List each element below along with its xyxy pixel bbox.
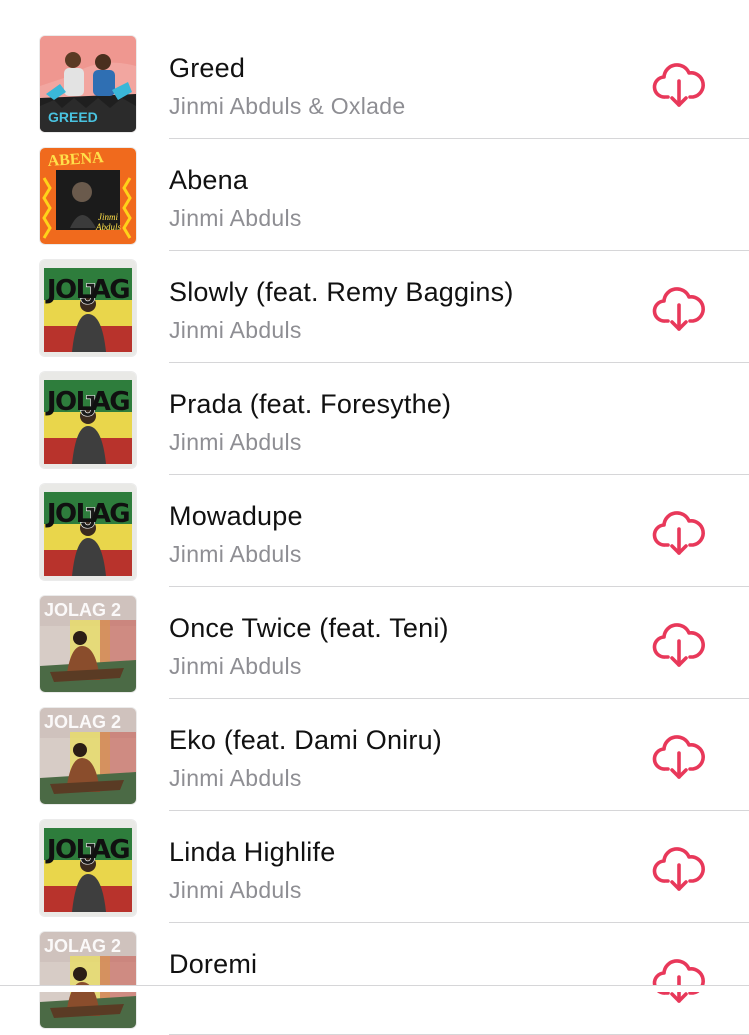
song-row[interactable]: JOLAG 2 Once Twice (feat. Teni) Jinmi Abd… — [0, 587, 749, 699]
song-title: Mowadupe — [169, 501, 303, 531]
song-row[interactable]: JOLAG 2 Doremi — [0, 923, 749, 1035]
song-artist: Jinmi Abduls — [169, 765, 302, 791]
song-row[interactable]: ABENA Jinmi Abduls Abena Jinmi Abduls — [0, 139, 749, 251]
album-artwork: ABENA Jinmi Abduls — [40, 148, 136, 244]
song-artist: Jinmi Abduls — [169, 205, 302, 231]
song-title: Eko (feat. Dami Oniru) — [169, 725, 442, 755]
song-title: Slowly (feat. Remy Baggins) — [169, 277, 514, 307]
download-cloud-icon — [652, 843, 706, 897]
bottom-divider — [0, 985, 749, 992]
svg-text:JOLAG: JOLAG — [45, 835, 129, 865]
download-button[interactable] — [652, 843, 706, 897]
download-button[interactable] — [652, 59, 706, 113]
song-list: GREED Greed Jinmi Abduls & Oxlade ABENA J… — [0, 27, 749, 1035]
song-title: Linda Highlife — [169, 837, 336, 867]
svg-text:Jinmi: Jinmi — [98, 212, 118, 222]
album-artwork: J JOLAG — [40, 820, 136, 916]
album-artwork: J JOLAG — [40, 260, 136, 356]
download-button[interactable] — [652, 619, 706, 673]
download-cloud-icon — [652, 955, 706, 1009]
svg-text:GREED: GREED — [48, 109, 98, 125]
svg-text:JOLAG: JOLAG — [45, 275, 129, 305]
download-button[interactable] — [652, 507, 706, 561]
svg-text:JOLAG 2: JOLAG 2 — [44, 712, 121, 732]
svg-text:Abduls: Abduls — [95, 222, 121, 232]
download-cloud-icon — [652, 619, 706, 673]
song-title: Doremi — [169, 949, 258, 979]
album-artwork: GREED — [40, 36, 136, 132]
song-title: Abena — [169, 165, 249, 195]
song-artist: Jinmi Abduls & Oxlade — [169, 93, 406, 119]
song-title: Once Twice (feat. Teni) — [169, 613, 449, 643]
album-artwork: JOLAG 2 — [40, 708, 136, 804]
song-title: Greed — [169, 53, 246, 83]
svg-text:JOLAG 2: JOLAG 2 — [44, 936, 121, 956]
song-row[interactable]: GREED Greed Jinmi Abduls & Oxlade — [0, 27, 749, 139]
song-artist: Jinmi Abduls — [169, 653, 302, 679]
svg-text:JOLAG: JOLAG — [45, 387, 129, 417]
download-cloud-icon — [652, 507, 706, 561]
song-row[interactable]: J JOLAG Mowadupe Jinmi Abduls — [0, 475, 749, 587]
song-title: Prada (feat. Foresythe) — [169, 389, 452, 419]
download-button[interactable] — [652, 731, 706, 785]
download-button[interactable] — [652, 955, 706, 1009]
download-cloud-icon — [652, 283, 706, 337]
album-artwork: J JOLAG — [40, 372, 136, 468]
download-button[interactable] — [652, 283, 706, 337]
song-row[interactable]: J JOLAG Slowly (feat. Remy Baggins) Jinmi… — [0, 251, 749, 363]
album-artwork: J JOLAG — [40, 484, 136, 580]
album-artwork: JOLAG 2 — [40, 932, 136, 1028]
song-artist: Jinmi Abduls — [169, 317, 302, 343]
song-artist: Jinmi Abduls — [169, 541, 302, 567]
svg-text:JOLAG 2: JOLAG 2 — [44, 600, 121, 620]
song-artist: Jinmi Abduls — [169, 429, 302, 455]
album-artwork: JOLAG 2 — [40, 596, 136, 692]
download-cloud-icon — [652, 59, 706, 113]
song-row[interactable]: JOLAG 2 Eko (feat. Dami Oniru) Jinmi Abdu… — [0, 699, 749, 811]
song-row[interactable]: J JOLAG Linda Highlife Jinmi Abduls — [0, 811, 749, 923]
song-row[interactable]: J JOLAG Prada (feat. Foresythe) Jinmi Abd… — [0, 363, 749, 475]
svg-text:JOLAG: JOLAG — [45, 499, 129, 529]
song-artist: Jinmi Abduls — [169, 877, 302, 903]
download-cloud-icon — [652, 731, 706, 785]
